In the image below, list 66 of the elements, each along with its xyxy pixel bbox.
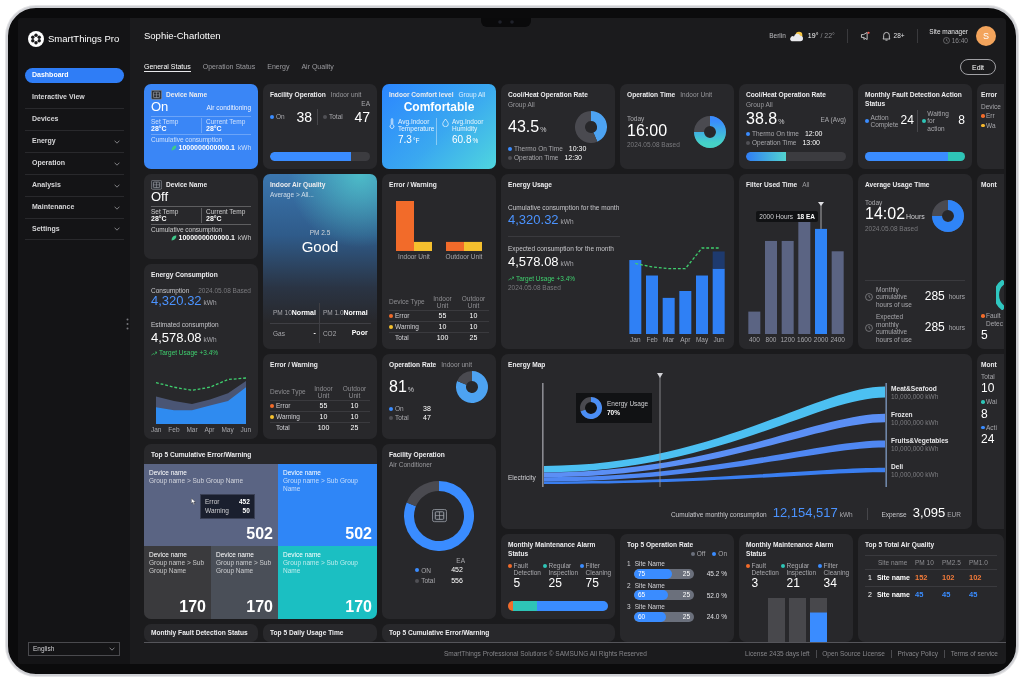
row-value: 285 bbox=[924, 290, 945, 304]
donut-chart bbox=[580, 397, 602, 419]
item-value: 47 bbox=[354, 108, 370, 126]
clock-icon bbox=[865, 324, 873, 333]
item-value: 25 bbox=[548, 576, 562, 591]
marker-line bbox=[818, 201, 824, 229]
time-value: 16:00 bbox=[627, 122, 669, 140]
time-value: 14:02 bbox=[865, 206, 906, 224]
tile-value: 170 bbox=[345, 597, 372, 616]
item-value: 3 bbox=[751, 576, 760, 591]
cloud-sun-icon bbox=[788, 30, 805, 42]
tile-value: 170 bbox=[179, 597, 206, 616]
leaf-icon bbox=[170, 234, 177, 241]
item-value: 21 bbox=[786, 576, 800, 591]
total-value: 12,154,517 bbox=[772, 506, 838, 521]
device-icon bbox=[431, 509, 447, 523]
item-value: 24 bbox=[981, 433, 995, 447]
bar-track bbox=[789, 598, 806, 642]
leaf-icon bbox=[170, 144, 177, 151]
item-value: 8 bbox=[958, 114, 965, 128]
donut-chart bbox=[932, 199, 964, 232]
rate-value: 81 bbox=[389, 378, 407, 396]
comfort-status: Comfortable bbox=[403, 101, 475, 115]
item-value: 10 bbox=[981, 382, 995, 397]
thermometer-icon bbox=[389, 117, 395, 129]
metric-value: 4,578.08 bbox=[151, 331, 202, 347]
item-value: 5 bbox=[513, 576, 522, 591]
bell-icon[interactable] bbox=[881, 31, 891, 41]
drag-handle-icon[interactable] bbox=[126, 318, 129, 330]
item-value: 5 bbox=[981, 329, 988, 343]
clock-icon bbox=[942, 36, 950, 44]
item-value: 34 bbox=[823, 576, 837, 591]
rate-value: 43.5 bbox=[508, 118, 540, 136]
clock-icon bbox=[865, 292, 873, 301]
page-title: Sophie-Charlotten bbox=[144, 30, 221, 42]
cursor-icon bbox=[191, 498, 196, 505]
expense-value: 3,095 bbox=[912, 506, 946, 521]
metric-value: 4,578.08 bbox=[508, 254, 559, 270]
tile-value: 170 bbox=[246, 597, 273, 616]
metric-value: 60.8 bbox=[452, 133, 472, 146]
tile-value: 502 bbox=[246, 524, 273, 543]
device-icon bbox=[151, 90, 162, 100]
droplet-icon bbox=[442, 117, 449, 127]
caret-down-icon bbox=[109, 647, 115, 651]
item-value: 75 bbox=[585, 576, 599, 591]
item-value: 38 bbox=[296, 108, 312, 126]
metric-value: 7.3 bbox=[398, 133, 412, 146]
tile-value: 502 bbox=[345, 524, 372, 543]
air-status: Good bbox=[301, 238, 339, 256]
trend-up-icon bbox=[151, 350, 157, 356]
brand-name: SmartThings Pro bbox=[48, 33, 120, 45]
donut-chart bbox=[694, 116, 726, 148]
power-state: On bbox=[151, 100, 169, 116]
power-state: Off bbox=[151, 190, 169, 206]
row-value: 285 bbox=[924, 321, 945, 335]
rate-value: 38.8 bbox=[746, 111, 778, 128]
metric-value: 4,320.32 bbox=[508, 213, 559, 229]
item-value: 24 bbox=[900, 114, 914, 128]
megaphone-icon[interactable] bbox=[859, 31, 870, 41]
trend-up-icon bbox=[508, 276, 514, 282]
metric-value: 4,320.32 bbox=[151, 294, 202, 310]
camera-notch bbox=[481, 18, 531, 27]
item-value: 8 bbox=[981, 407, 988, 422]
bar-track bbox=[768, 598, 785, 642]
device-icon bbox=[151, 180, 162, 190]
logo-icon bbox=[28, 31, 44, 47]
